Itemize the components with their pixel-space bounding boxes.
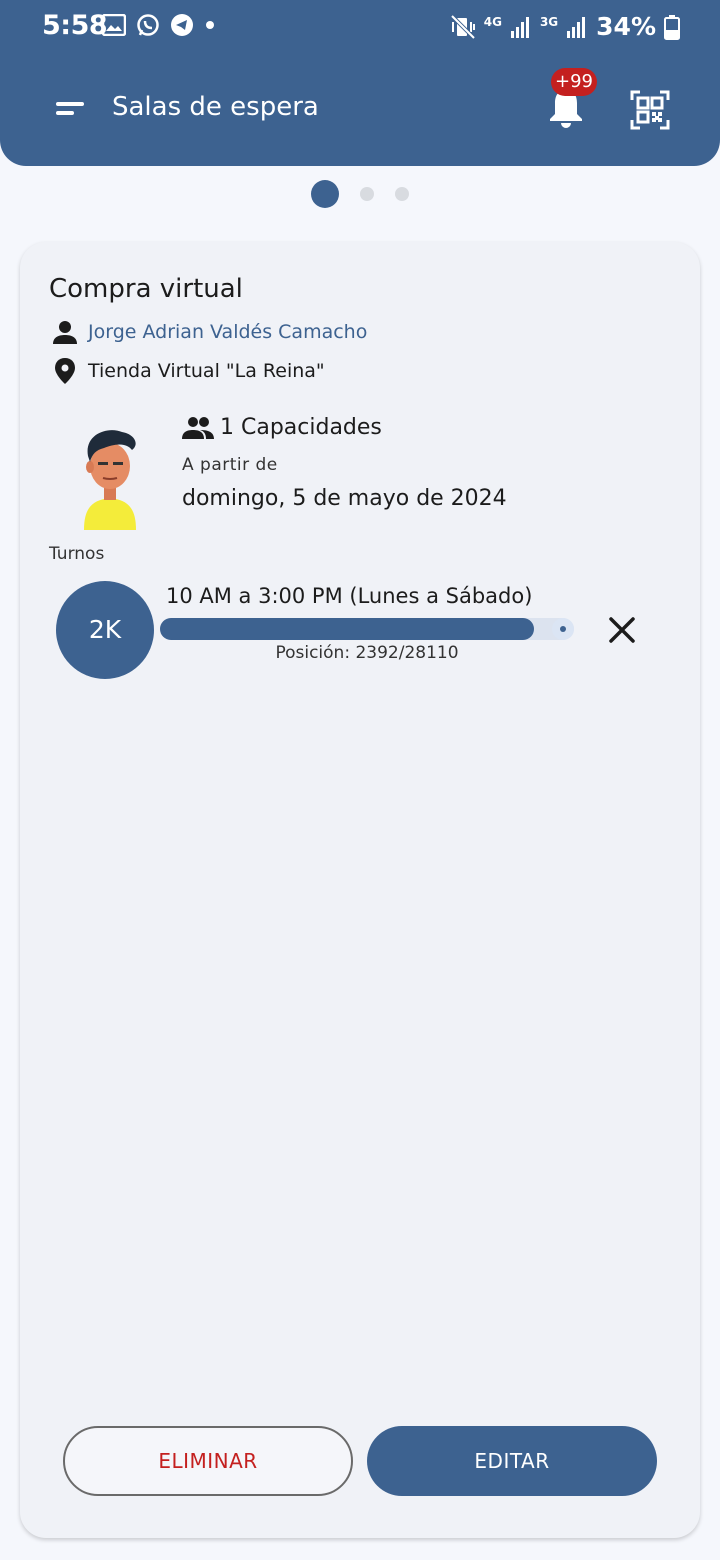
queue-progress-marker bbox=[552, 618, 574, 640]
turn-time-range: 10 AM a 3:00 PM (Lunes a Sábado) bbox=[166, 584, 533, 608]
queue-progress-bar bbox=[160, 618, 574, 640]
edit-button[interactable]: EDITAR bbox=[367, 1426, 657, 1496]
location-pin-icon bbox=[55, 358, 75, 384]
vibrate-mute-icon bbox=[450, 14, 476, 39]
whatsapp-icon bbox=[137, 14, 159, 36]
notification-badge: +99 bbox=[551, 68, 597, 96]
signal-icon bbox=[510, 16, 529, 38]
qr-scan-icon[interactable] bbox=[630, 90, 670, 130]
status-right-icons: 4G 3G 34% bbox=[450, 12, 680, 41]
battery-icon bbox=[664, 14, 680, 40]
page-dot[interactable] bbox=[395, 187, 409, 201]
queue-position: Posición: 2392/28110 bbox=[275, 643, 459, 663]
telegram-icon bbox=[171, 14, 193, 36]
group-icon bbox=[182, 417, 214, 439]
notification-dot-icon bbox=[206, 21, 214, 29]
status-left-icons bbox=[102, 13, 216, 37]
page-dot-active[interactable] bbox=[311, 180, 339, 208]
avatar-illustration bbox=[84, 430, 136, 530]
network-3g-label: 3G bbox=[539, 14, 559, 29]
store-name: Tienda Virtual "La Reina" bbox=[88, 360, 325, 382]
start-date: domingo, 5 de mayo de 2024 bbox=[182, 486, 507, 511]
turn-badge: 2K bbox=[56, 581, 154, 679]
capacity-text: 1 Capacidades bbox=[220, 415, 382, 440]
page-indicator bbox=[0, 180, 720, 210]
card-title: Compra virtual bbox=[49, 274, 243, 304]
menu-icon[interactable] bbox=[52, 96, 88, 122]
delete-button[interactable]: ELIMINAR bbox=[63, 1426, 353, 1496]
owner-name-link[interactable]: Jorge Adrian Valdés Camacho bbox=[88, 321, 367, 343]
page-title: Salas de espera bbox=[112, 92, 319, 122]
status-bar: 5:58 4G 3G 34% bbox=[0, 0, 720, 56]
network-4g-label: 4G bbox=[483, 14, 502, 29]
status-time: 5:58 bbox=[42, 10, 108, 41]
page-dot[interactable] bbox=[360, 187, 374, 201]
from-label: A partir de bbox=[182, 455, 278, 475]
close-icon[interactable] bbox=[606, 614, 638, 646]
person-icon bbox=[53, 321, 77, 344]
signal-icon-2 bbox=[567, 16, 586, 38]
battery-percent: 34% bbox=[596, 12, 656, 41]
gallery-icon bbox=[102, 14, 126, 36]
queue-progress-fill bbox=[160, 618, 534, 640]
turns-label: Turnos bbox=[49, 544, 105, 564]
